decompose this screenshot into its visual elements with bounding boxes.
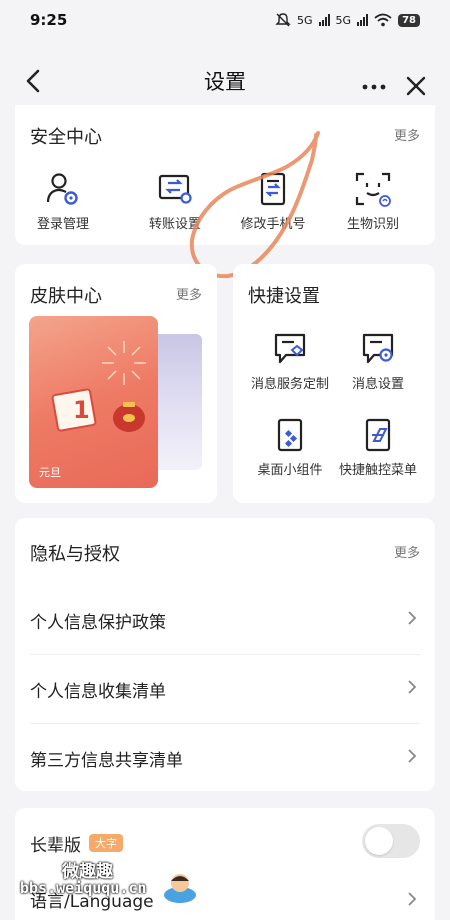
user-gear-icon [46,173,78,205]
skin-preview-new-year[interactable]: 1 元旦 [29,316,158,488]
mute-icon [275,13,291,27]
security-more-link[interactable]: 更多 [394,125,420,144]
status-time: 9:25 [30,11,68,29]
network-label-1: 5G [297,13,313,27]
watermark-url: bbs.weiququ.cn [20,879,147,897]
page-title: 设置 [204,70,246,94]
calendar-day: 1 [73,396,90,424]
widget-icon [277,418,303,452]
skin-center-card: 皮肤中心 更多 1 元旦 [15,264,217,503]
third-party-sharing-row[interactable]: 第三方信息共享清单 [15,724,435,792]
touch-menu-icon [365,418,391,452]
privacy-policy-row[interactable]: 个人信息保护政策 [15,586,435,654]
message-settings-label: 消息设置 [351,377,404,392]
phone-edit-icon [260,172,286,206]
message-gear-icon [362,333,394,364]
back-icon[interactable] [20,66,46,96]
change-phone-label: 修改手机号 [240,217,306,232]
quick-touch-menu-label: 快捷触控菜单 [338,463,417,478]
privacy-title: 隐私与授权 [30,544,120,565]
chevron-right-icon [408,892,417,906]
wifi-icon [374,13,392,27]
security-title: 安全中心 [30,127,102,148]
third-party-sharing-label: 第三方信息共享清单 [30,750,183,771]
skin-center-more-link[interactable]: 更多 [176,284,202,303]
large-font-badge: 大字 [89,834,123,852]
quick-touch-menu-item[interactable]: 快捷触控菜单 [333,417,423,478]
skin-theme-label: 元旦 [39,466,61,479]
battery-icon: 78 [398,13,420,27]
message-settings-item[interactable]: 消息设置 [333,331,423,392]
message-service-item[interactable]: 消息服务定制 [245,331,335,392]
desktop-widget-label: 桌面小组件 [257,463,323,478]
info-collection-label: 个人信息收集清单 [30,681,166,702]
skin-preview-secondary[interactable] [158,334,202,470]
change-phone-item[interactable]: 修改手机号 [228,171,318,232]
biometric-label: 生物识别 [346,217,399,232]
login-management-item[interactable]: 登录管理 [18,171,108,232]
privacy-card: 隐私与授权 更多 个人信息保护政策 个人信息收集清单 第三方信息共享清单 [15,518,435,791]
signal-icon [357,14,369,26]
elder-mode-label: 长辈版 [30,835,81,856]
chevron-right-icon [408,749,417,763]
shortcut-settings-card: 快捷设置 消息服务定制 消息设置 桌面小组件 快捷触控菜单 [233,264,435,503]
toggle-knob [365,827,393,855]
message-service-label: 消息服务定制 [250,377,329,392]
info-collection-row[interactable]: 个人信息收集清单 [15,655,435,723]
chevron-right-icon [408,611,417,625]
mascot-icon [164,874,196,903]
chevron-right-icon [408,680,417,694]
login-management-label: 登录管理 [36,217,89,232]
lantern-icon [113,402,145,432]
status-bar: 9:25 5G 5G 78 [0,0,450,40]
status-icons: 5G 5G 78 [275,13,420,27]
elder-mode-toggle[interactable] [362,824,420,858]
privacy-more-link[interactable]: 更多 [394,542,420,561]
biometric-item[interactable]: 生物识别 [328,171,418,232]
site-watermark: 微趣趣 bbs.weiququ.cn [20,855,200,910]
privacy-policy-label: 个人信息保护政策 [30,612,166,633]
title-bar: 设置 [0,50,450,112]
skin-center-title: 皮肤中心 [30,286,102,307]
transfer-settings-label: 转账设置 [148,217,201,232]
close-icon[interactable] [402,66,430,96]
desktop-widget-item[interactable]: 桌面小组件 [245,417,335,478]
transfer-icon [158,174,192,204]
message-heart-icon [274,333,306,364]
security-card: 安全中心 更多 登录管理 转账设置 修改手机号 生物识别 [15,105,435,245]
signal-icon [318,14,330,26]
shortcut-settings-title: 快捷设置 [248,286,320,307]
transfer-settings-item[interactable]: 转账设置 [130,171,220,232]
firework-icon [102,341,146,385]
network-label-2: 5G [335,13,352,27]
face-scan-icon [355,172,391,207]
more-options-icon[interactable] [360,66,388,96]
